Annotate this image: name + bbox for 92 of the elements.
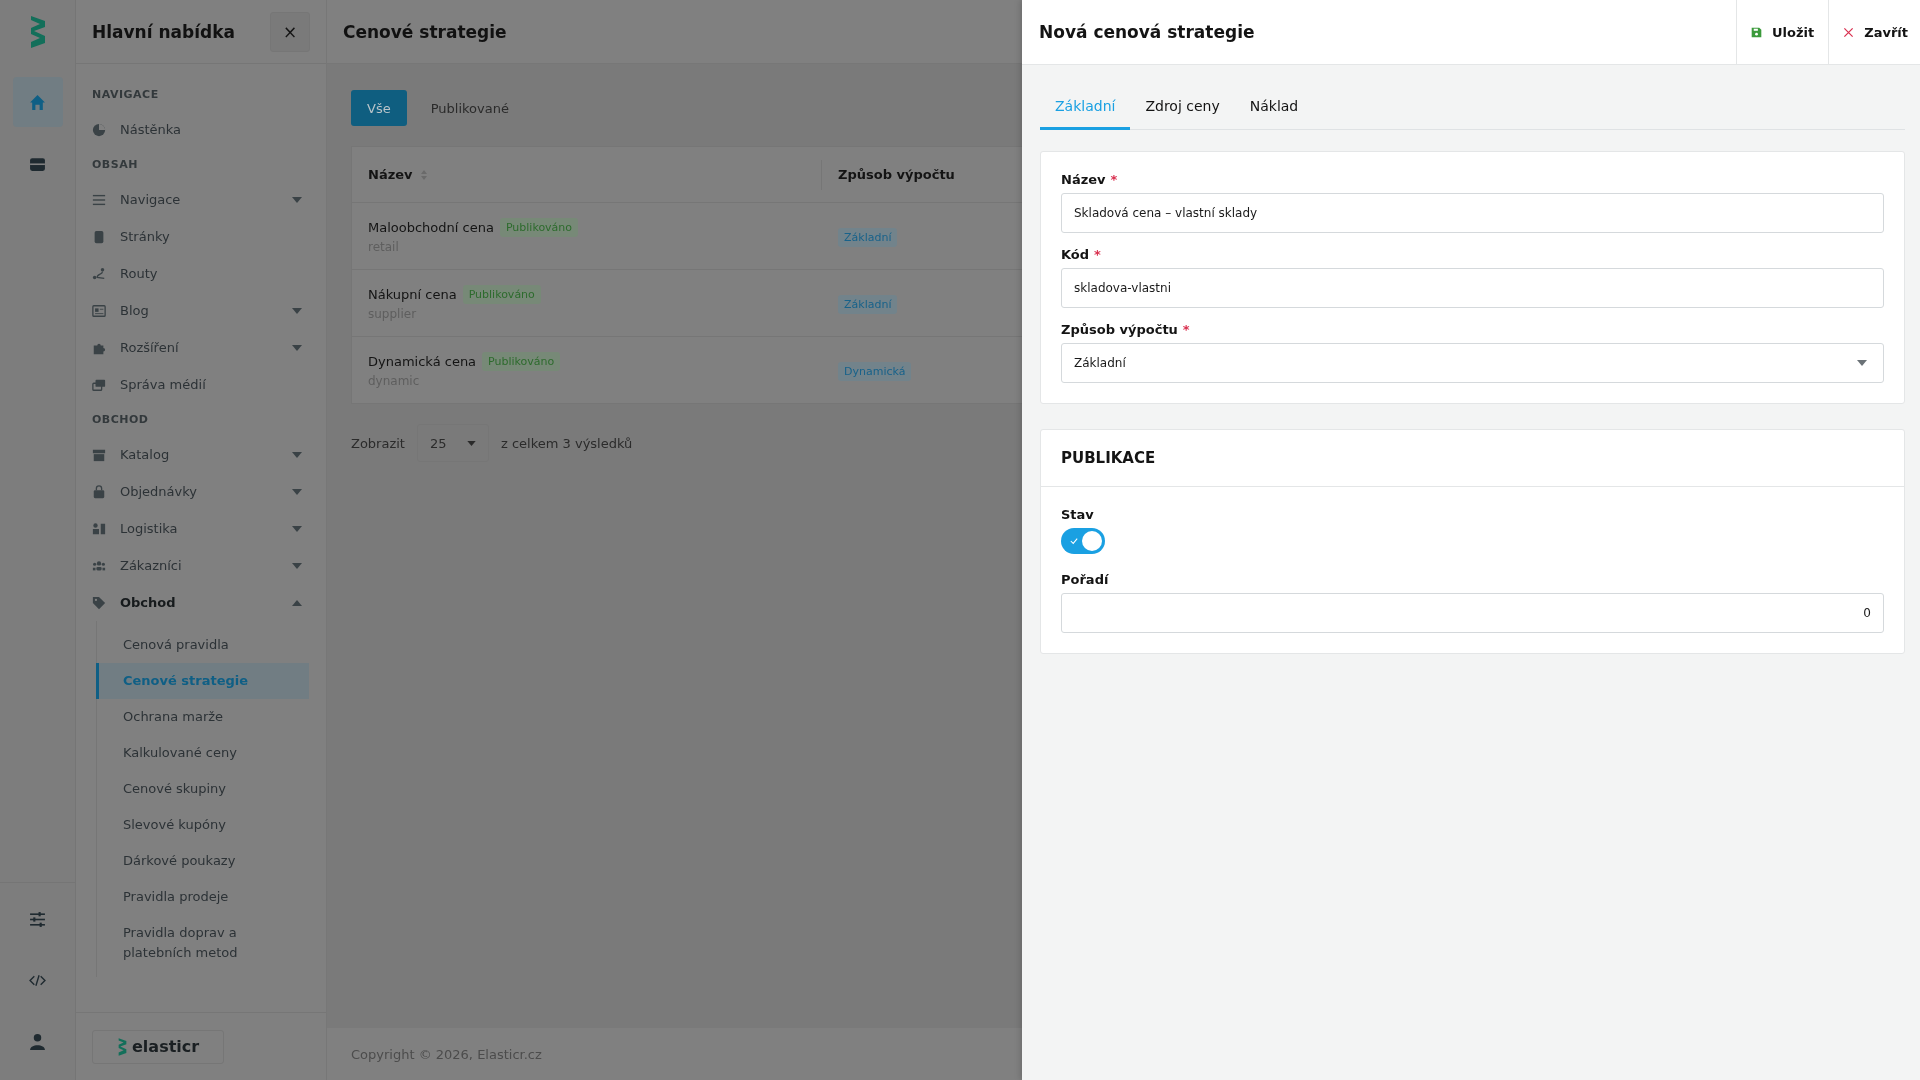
sidebar-item[interactable]: Blog: [92, 292, 310, 329]
sidebar-item[interactable]: Správa médií: [92, 366, 310, 403]
submenu-item[interactable]: Pravidla doprav a platebních metod: [96, 915, 309, 971]
images-icon: [92, 377, 106, 392]
number-field[interactable]: 0: [1061, 593, 1884, 633]
caret-icon: [466, 440, 476, 446]
save-button[interactable]: Uložit: [1736, 0, 1829, 64]
caret-icon: [292, 344, 302, 351]
sidebar-item[interactable]: Nástěnka: [92, 111, 310, 148]
field-label: Způsob výpočtu: [1061, 322, 1178, 337]
method-badge: Základní: [838, 294, 898, 314]
sidebar-item[interactable]: Objednávky: [92, 473, 310, 510]
section-label: OBCHOD: [92, 413, 150, 426]
sidebar-title: Hlavní nabídka: [92, 21, 235, 42]
field-label: Kód: [1061, 247, 1090, 262]
status-badge: Publikováno: [499, 218, 579, 237]
filter-tab[interactable]: Vše: [351, 90, 407, 126]
sidebar-item[interactable]: Logistika: [92, 510, 310, 547]
store-icon: [29, 155, 46, 173]
tab[interactable]: Zdroj ceny: [1130, 89, 1235, 130]
sidebar-item[interactable]: Zákazníci: [92, 547, 310, 584]
tab[interactable]: Náklad: [1234, 89, 1314, 130]
submenu-item[interactable]: Ochrana marže: [96, 699, 309, 735]
caret-icon: [292, 488, 302, 495]
section-heading: PUBLIKACE: [1061, 449, 1156, 467]
home-icon: [29, 93, 46, 111]
status-badge: Publikováno: [462, 285, 541, 304]
page-title: Cenové strategie: [343, 21, 507, 42]
code-icon[interactable]: [29, 972, 46, 989]
required-mark: *: [1182, 322, 1190, 337]
caret-icon: [292, 525, 302, 532]
pie-chart-icon: [92, 122, 106, 137]
sidebar-item[interactable]: Routy: [92, 255, 310, 292]
tab[interactable]: Základní: [1040, 89, 1131, 130]
caret-icon: [292, 307, 302, 314]
section-label: OBSAH: [92, 158, 139, 171]
sidebar-item[interactable]: Rozšíření: [92, 329, 310, 366]
close-button[interactable]: Zavřít: [1828, 0, 1920, 64]
submenu-item[interactable]: Pravidla prodeje: [96, 879, 309, 915]
section-label: NAVIGACE: [92, 88, 160, 101]
submenu-item[interactable]: Slevové kupóny: [96, 807, 309, 843]
field-label: Pořadí: [1061, 572, 1109, 587]
people-icon: [92, 558, 106, 573]
method-badge: Dynamická: [838, 361, 912, 381]
column-header[interactable]: Způsob výpočtu: [838, 167, 955, 182]
submenu-item[interactable]: Dárkové poukazy: [96, 843, 309, 879]
row-name[interactable]: Dynamická cena: [368, 354, 477, 369]
sidebar-item[interactable]: Navigace: [92, 181, 310, 218]
required-mark: *: [1110, 172, 1118, 187]
close-icon: [1843, 26, 1855, 38]
close-button[interactable]: ×: [270, 11, 310, 52]
page-size-label: Zobrazit: [351, 435, 405, 451]
caret-icon: [292, 196, 302, 203]
sidebar-item[interactable]: Katalog: [92, 436, 310, 473]
status-toggle[interactable]: [1061, 528, 1105, 554]
field-label: Stav: [1061, 507, 1094, 522]
caret-icon: [292, 451, 302, 458]
row-name[interactable]: Maloobchodní cena: [368, 220, 494, 235]
route-icon: [92, 266, 106, 281]
text-field[interactable]: skladova-vlastni: [1061, 268, 1884, 308]
page-size-select[interactable]: 25: [416, 424, 489, 462]
page-icon: [92, 229, 106, 244]
sidebar-item[interactable]: Stránky: [92, 218, 310, 255]
submenu-item[interactable]: Cenová pravidla: [96, 627, 309, 663]
settings-icon[interactable]: [29, 911, 46, 928]
method-badge: Základní: [838, 227, 898, 247]
caret-icon: [292, 599, 302, 606]
sidebar-item[interactable]: Obchod: [92, 584, 310, 621]
caret-icon: [292, 562, 302, 569]
person-boxes-icon: [92, 521, 106, 536]
submenu-item[interactable]: Kalkulované ceny: [96, 735, 309, 771]
filter-tab[interactable]: Publikované: [414, 90, 525, 126]
archive-box-icon: [92, 447, 106, 462]
menu-icon: [92, 192, 106, 207]
shopping-bag-icon: [92, 484, 106, 499]
logo-icon: [117, 1036, 128, 1057]
tag-icon: [92, 595, 106, 610]
results-summary: z celkem 3 výsledků: [500, 435, 633, 451]
row-name[interactable]: Nákupní cena: [368, 287, 457, 302]
newspaper-icon: [92, 303, 106, 318]
column-header[interactable]: Název: [368, 167, 413, 182]
drawer-title: Nová cenová strategie: [1039, 22, 1255, 42]
submenu-item[interactable]: Cenové skupiny: [96, 771, 309, 807]
field-label: Název: [1061, 172, 1106, 187]
status-badge: Publikováno: [482, 352, 561, 371]
caret-icon: [1857, 360, 1867, 366]
check-icon: [1070, 537, 1078, 545]
select-field[interactable]: Základní: [1061, 343, 1884, 383]
brand-logo: elasticr: [92, 1029, 225, 1064]
text-field[interactable]: Skladová cena – vlastní sklady: [1061, 193, 1884, 233]
required-mark: *: [1094, 247, 1101, 262]
user-icon[interactable]: [29, 1033, 46, 1050]
